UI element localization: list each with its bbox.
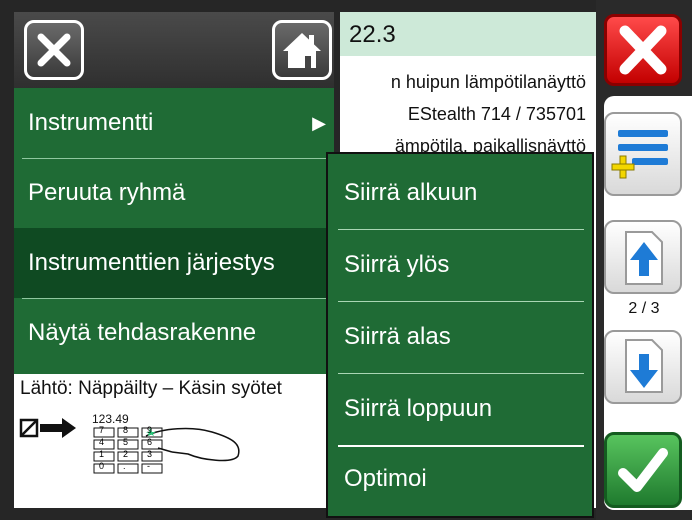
source-label: Lähtö: Näppäilty – Käsin syötet <box>20 378 282 399</box>
key-label: 2 <box>123 449 129 459</box>
submenu-item-move-down[interactable]: Siirrä alas <box>328 302 592 372</box>
key-label: 8 <box>123 425 129 435</box>
menu-item-label: Peruuta ryhmä <box>28 179 186 206</box>
key-label: 0 <box>99 461 105 471</box>
submenu-item-move-last[interactable]: Siirrä loppuun <box>328 374 592 444</box>
key-label: 4 <box>99 437 105 447</box>
home-icon <box>283 33 321 68</box>
accept-button[interactable] <box>604 432 682 508</box>
menu-close-button[interactable] <box>24 20 84 80</box>
main-menu: Instrumentti ▶ Peruuta ryhmä Instrumentt… <box>14 12 334 374</box>
content-line-1: n huipun lämpötilanäyttö <box>390 72 586 92</box>
submenu-item-optimize[interactable]: Optimoi <box>328 444 592 514</box>
submenu-item-label: Optimoi <box>344 465 427 492</box>
key-label: 1 <box>99 449 105 459</box>
menu-toolbar <box>14 12 334 88</box>
header-value: 22.3 <box>340 12 608 56</box>
source-panel: Lähtö: Näppäilty – Käsin syötet 123.49 7… <box>14 374 334 508</box>
page-indicator: 2 / 3 <box>628 300 660 317</box>
submenu-item-label: Siirrä alas <box>344 323 451 350</box>
key-label: 7 <box>99 425 105 435</box>
submenu-instrument-order: Siirrä alkuun Siirrä ylös Siirrä alas Si… <box>326 152 594 518</box>
submenu-item-label: Siirrä ylös <box>344 251 450 278</box>
menu-item-label: Instrumenttien järjestys <box>28 249 275 276</box>
checkmark-icon <box>618 448 668 492</box>
page-down-icon <box>625 339 663 393</box>
key-label: 3 <box>147 449 153 459</box>
menu-item-instrumentti[interactable]: Instrumentti ▶ <box>14 88 334 158</box>
keypad-display-value: 123.49 <box>92 412 129 426</box>
menu-add-button[interactable] <box>604 112 682 196</box>
content-line-2: EStealth 714 / 735701 <box>407 104 586 124</box>
menu-item-label: Näytä tehdasrakenne <box>28 319 257 346</box>
page-down-button[interactable] <box>604 330 682 404</box>
close-icon <box>619 25 667 75</box>
sidebar <box>596 0 692 520</box>
menu-add-icon <box>611 130 668 179</box>
key-label: 9 <box>147 425 153 435</box>
menu-item-peruuta-ryhma[interactable]: Peruuta ryhmä <box>14 158 334 228</box>
submenu-item-move-up[interactable]: Siirrä ylös <box>328 230 592 300</box>
close-button[interactable] <box>604 14 682 86</box>
keypad-icon <box>93 427 240 474</box>
key-label: 5 <box>123 437 129 447</box>
submenu-item-label: Siirrä loppuun <box>344 395 493 422</box>
manual-input-icon <box>19 418 76 438</box>
menu-item-nayta-tehdasrakenne[interactable]: Näytä tehdasrakenne <box>14 298 334 368</box>
submenu-item-label: Siirrä alkuun <box>344 179 478 206</box>
page-up-button[interactable] <box>604 220 682 294</box>
submenu-item-move-first[interactable]: Siirrä alkuun <box>328 158 592 228</box>
menu-item-instrumenttien-jarjestys[interactable]: Instrumenttien järjestys <box>14 228 334 298</box>
menu-item-label: Instrumentti <box>28 109 154 136</box>
key-label: . <box>123 461 126 471</box>
keypad-illustration: 123.49 7 8 9 4 5 6 1 2 3 0 . - <box>92 412 252 504</box>
page-up-icon <box>625 231 663 285</box>
home-button[interactable] <box>272 20 332 80</box>
key-label: 6 <box>147 437 153 447</box>
close-icon <box>37 33 71 67</box>
submenu-arrow-icon: ▶ <box>312 113 326 133</box>
key-label: - <box>147 461 150 471</box>
